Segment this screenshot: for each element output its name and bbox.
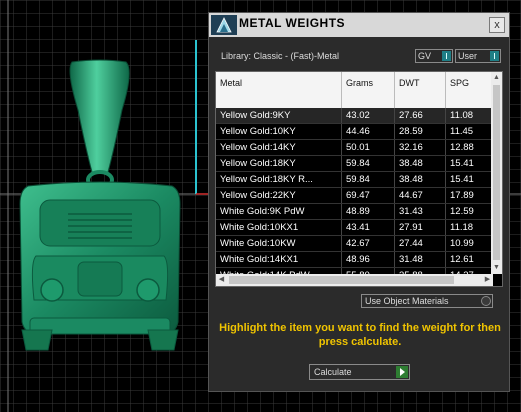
scrollbar-thumb[interactable]: [229, 276, 454, 284]
metal-weights-dialog: METAL WEIGHTS x Library: Classic - (Fast…: [208, 12, 510, 392]
bus-windshield: [39, 199, 161, 247]
table-row[interactable]: Yellow Gold:22KY 69.47 44.67 17.89: [216, 188, 493, 204]
table-row[interactable]: White Gold:10KW 42.67 27.44 10.99: [216, 236, 493, 252]
bus-door: [77, 261, 123, 297]
metal-cell: Yellow Gold:18KY: [216, 156, 342, 171]
app-logo-icon: [211, 15, 237, 35]
gv-toggle[interactable]: GV: [415, 49, 453, 63]
metal-cell: Yellow Gold:9KY: [216, 108, 342, 123]
scrollbar-thumb[interactable]: [493, 85, 500, 260]
dialog-title: METAL WEIGHTS: [239, 16, 346, 30]
scroll-right-icon[interactable]: ▶: [482, 274, 493, 286]
grams-cell: 48.89: [342, 204, 395, 219]
spg-cell: 17.89: [446, 188, 493, 203]
dwt-cell: 31.43: [395, 204, 446, 219]
user-toggle[interactable]: User: [455, 49, 501, 63]
calculate-button-label: Calculate: [314, 367, 352, 377]
table-row[interactable]: White Gold:10KX1 43.41 27.91 11.18: [216, 220, 493, 236]
scroll-down-icon[interactable]: ▼: [491, 262, 502, 274]
bus-headlight-left: [40, 278, 64, 302]
spg-cell: 11.45: [446, 124, 493, 139]
toggle-switch-icon: [490, 51, 499, 61]
metal-cell: Yellow Gold:14KY: [216, 140, 342, 155]
toggle-switch-icon: [442, 51, 451, 61]
metal-cell: White Gold:10KX1: [216, 220, 342, 235]
bus-headlight-right: [136, 278, 160, 302]
dwt-cell: 27.91: [395, 220, 446, 235]
radio-button-icon[interactable]: [481, 296, 491, 306]
instruction-text: Highlight the item you want to find the …: [219, 322, 501, 348]
dwt-cell: 44.67: [395, 188, 446, 203]
spg-cell: 15.41: [446, 172, 493, 187]
table-row[interactable]: Yellow Gold:10KY 44.46 28.59 11.45: [216, 124, 493, 140]
dwt-cell: 27.66: [395, 108, 446, 123]
table-row[interactable]: Yellow Gold:14KY 50.01 32.16 12.88: [216, 140, 493, 156]
table-row[interactable]: White Gold:9K PdW 48.89 31.43 12.59: [216, 204, 493, 220]
metal-cell: White Gold:9K PdW: [216, 204, 342, 219]
dwt-cell: 38.48: [395, 172, 446, 187]
bus-wheel-left: [21, 329, 53, 351]
dwt-cell: 31.48: [395, 252, 446, 267]
gv-toggle-label: GV: [418, 51, 432, 61]
column-header-metal[interactable]: Metal: [216, 72, 342, 108]
dwt-cell: 28.59: [395, 124, 446, 139]
metal-cell: White Gold:14KX1: [216, 252, 342, 267]
table-row[interactable]: Yellow Gold:18KY 59.84 38.48 15.41: [216, 156, 493, 172]
metal-cell: White Gold:10KW: [216, 236, 342, 251]
spg-cell: 11.18: [446, 220, 493, 235]
horizontal-scrollbar[interactable]: ◀ ▶: [216, 274, 493, 286]
metal-weights-table[interactable]: Metal Grams DWT SPG Yellow Gold:9KY 43.02…: [215, 71, 503, 287]
spg-cell: 12.88: [446, 140, 493, 155]
spg-cell: 12.61: [446, 252, 493, 267]
grams-cell: 43.41: [342, 220, 395, 235]
scroll-up-icon[interactable]: ▲: [491, 72, 502, 84]
grams-cell: 48.96: [342, 252, 395, 267]
metal-cell: Yellow Gold:22KY: [216, 188, 342, 203]
scroll-left-icon[interactable]: ◀: [216, 274, 227, 286]
use-object-materials-label: Use Object Materials: [365, 296, 449, 306]
use-object-materials-option[interactable]: Use Object Materials: [361, 294, 493, 308]
grams-cell: 59.84: [342, 156, 395, 171]
dwt-cell: 38.48: [395, 156, 446, 171]
grams-cell: 59.84: [342, 172, 395, 187]
table-body: Yellow Gold:9KY 43.02 27.66 11.08 Yellow Gol…: [216, 108, 493, 284]
grams-cell: 69.47: [342, 188, 395, 203]
spg-cell: 15.41: [446, 156, 493, 171]
grams-cell: 44.46: [342, 124, 395, 139]
grams-cell: 43.02: [342, 108, 395, 123]
column-header-spg[interactable]: SPG: [446, 72, 493, 108]
grams-cell: 42.67: [342, 236, 395, 251]
grams-cell: 50.01: [342, 140, 395, 155]
table-row[interactable]: White Gold:14KX1 48.96 31.48 12.61: [216, 252, 493, 268]
vertical-scrollbar[interactable]: ▲ ▼: [491, 72, 502, 274]
metal-cell: Yellow Gold:10KY: [216, 124, 342, 139]
spg-cell: 12.59: [446, 204, 493, 219]
close-icon[interactable]: x: [489, 17, 505, 33]
user-toggle-label: User: [458, 51, 478, 61]
dwt-cell: 32.16: [395, 140, 446, 155]
spg-cell: 10.99: [446, 236, 493, 251]
table-row[interactable]: Yellow Gold:18KY R... 59.84 38.48 15.41: [216, 172, 493, 188]
table-row[interactable]: Yellow Gold:9KY 43.02 27.66 11.08: [216, 108, 493, 124]
play-arrow-icon: [396, 366, 408, 378]
dialog-titlebar[interactable]: METAL WEIGHTS x: [209, 13, 509, 37]
calculate-button[interactable]: Calculate: [309, 364, 410, 380]
table-header: Metal Grams DWT SPG: [216, 72, 493, 108]
column-header-dwt[interactable]: DWT: [395, 72, 446, 108]
spg-cell: 11.08: [446, 108, 493, 123]
column-header-grams[interactable]: Grams: [342, 72, 395, 108]
library-label: Library: Classic - (Fast)-Metal: [221, 51, 340, 61]
dwt-cell: 27.44: [395, 236, 446, 251]
metal-cell: Yellow Gold:18KY R...: [216, 172, 342, 187]
bus-wheel-right: [147, 329, 179, 351]
